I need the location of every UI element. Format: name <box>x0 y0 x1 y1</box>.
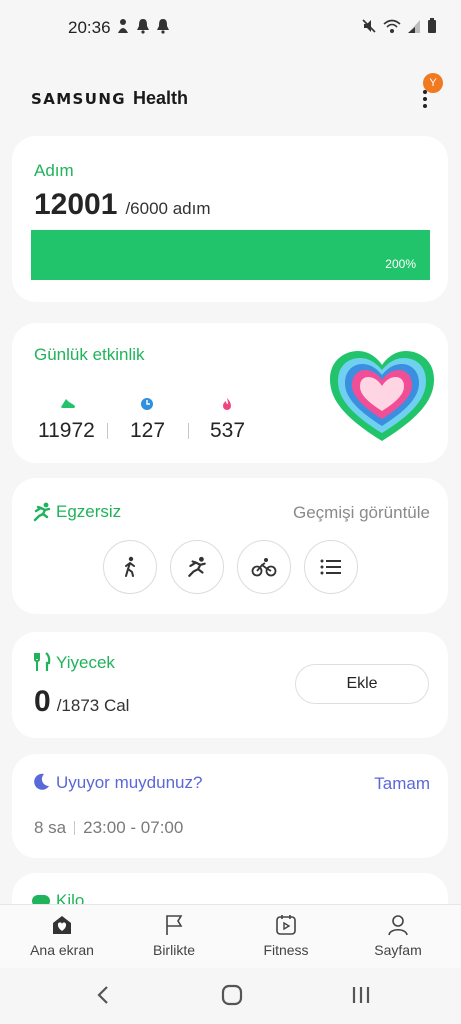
running-button[interactable] <box>170 540 224 594</box>
nav-my-page[interactable]: Sayfam <box>348 913 448 960</box>
add-food-button[interactable]: Ekle <box>295 664 429 704</box>
home-icon <box>53 916 71 934</box>
food-goal: /1873 Cal <box>56 696 130 715</box>
nav-home[interactable]: Ana ekran <box>12 913 112 960</box>
flame-icon <box>223 398 231 410</box>
fitness-icon <box>276 915 296 935</box>
notification-app-icon <box>118 19 128 33</box>
daily-activity-card[interactable]: Günlük etkinlik 11972 127 537 <box>12 323 448 463</box>
steps-progress-fill <box>31 230 430 280</box>
bell-icon <box>137 19 149 34</box>
system-navigation-bar <box>0 968 461 1024</box>
more-dot <box>423 97 427 101</box>
list-icon <box>320 559 341 575</box>
exercise-title: Egzersiz <box>56 502 122 521</box>
status-time: 20:36 <box>68 18 111 37</box>
app-header: SAMSUNG Health <box>0 76 461 120</box>
steps-progress-bar: 200% <box>31 230 430 280</box>
nav-home-label: Ana ekran <box>30 942 94 958</box>
steps-percent: 200% <box>385 257 416 271</box>
activity-calories-value: 537 <box>210 419 246 442</box>
cycling-button[interactable] <box>237 540 291 594</box>
nav-fitness-label: Fitness <box>263 942 309 958</box>
sleep-info: 8 sa 23:00 - 07:00 <box>34 818 183 838</box>
exercise-list-button[interactable] <box>304 540 358 594</box>
sleep-card[interactable]: Uyuyor muydunuz? Tamam 8 sa 23:00 - 07:0… <box>12 754 448 858</box>
food-card[interactable]: Yiyecek 0 /1873 Cal Ekle <box>12 632 448 738</box>
brand-samsung: SAMSUNG <box>31 90 126 108</box>
steps-card[interactable]: Adım 12001 /6000 adım 200% <box>12 136 448 302</box>
sleep-divider <box>74 821 76 835</box>
profile-badge: Y <box>423 73 443 93</box>
nav-together-label: Birlikte <box>152 942 195 958</box>
moon-icon <box>34 773 49 790</box>
sleep-title: Uyuyor muydunuz? <box>56 773 203 792</box>
recent-apps-button[interactable] <box>351 984 371 1006</box>
stat-divider <box>107 423 108 439</box>
more-dot <box>423 104 427 108</box>
bottom-navigation: Ana ekran Birlikte Fitness Sayfam <box>0 904 461 968</box>
food-title: Yiyecek <box>56 653 115 672</box>
back-button[interactable] <box>96 984 110 1006</box>
steps-value-row: 12001 /6000 adım <box>34 188 211 222</box>
fork-knife-icon <box>34 652 51 671</box>
sleep-duration: 8 sa <box>34 818 67 837</box>
food-value-row: 0 /1873 Cal <box>34 685 129 719</box>
steps-goal: /6000 adım <box>125 199 211 218</box>
food-calories: 0 <box>34 685 51 718</box>
walking-icon <box>125 556 135 577</box>
system-status-icons <box>361 18 437 34</box>
steps-title: Adım <box>34 161 74 180</box>
nav-fitness[interactable]: Fitness <box>236 913 336 960</box>
activity-steps-value: 11972 <box>38 419 95 442</box>
nav-my-page-label: Sayfam <box>374 942 422 958</box>
running-icon <box>33 502 51 522</box>
sleep-done-button[interactable]: Tamam <box>374 774 430 794</box>
view-history-link[interactable]: Geçmişi görüntüle <box>293 503 430 523</box>
sleep-time-range: 23:00 - 07:00 <box>83 818 184 837</box>
clock-icon <box>141 398 153 410</box>
mute-icon <box>362 19 376 33</box>
brand-health: Health <box>133 88 189 108</box>
person-icon <box>388 915 408 936</box>
activity-heart-ring <box>330 351 434 441</box>
walking-button[interactable] <box>103 540 157 594</box>
steps-count: 12001 <box>34 188 118 221</box>
activity-minutes-value: 127 <box>130 419 166 442</box>
notification-icons <box>116 18 170 34</box>
cycling-icon <box>251 558 277 577</box>
status-bar: 20:36 <box>0 0 461 56</box>
flag-icon <box>166 915 183 935</box>
shoe-icon <box>61 399 75 408</box>
exercise-card[interactable]: Egzersiz Geçmişi görüntüle <box>12 478 448 614</box>
stat-divider <box>188 423 189 439</box>
running-icon <box>188 556 206 577</box>
wifi-icon <box>383 19 401 33</box>
battery-icon <box>428 18 436 33</box>
nav-together[interactable]: Birlikte <box>124 913 224 960</box>
bell-icon <box>157 19 169 34</box>
app-logo: SAMSUNG Health <box>31 88 188 109</box>
signal-icon <box>408 20 420 33</box>
home-button[interactable] <box>221 984 243 1006</box>
activity-title: Günlük etkinlik <box>34 345 145 364</box>
